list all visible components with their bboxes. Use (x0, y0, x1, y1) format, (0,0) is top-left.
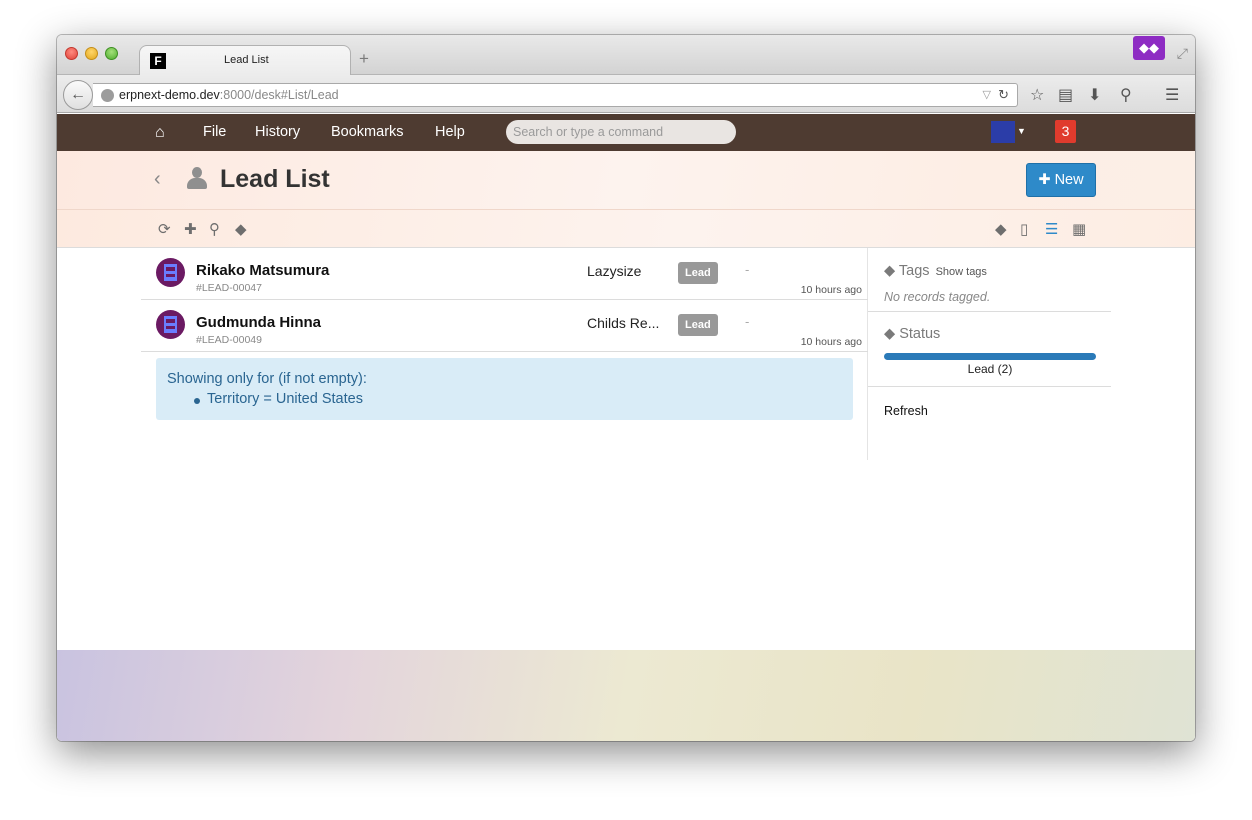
new-button[interactable]: ✚ New (1026, 163, 1096, 197)
tags-section: ◆ Tags Show tags No records tagged. (868, 248, 1111, 312)
menu-file[interactable]: File (203, 124, 226, 140)
tag-icon[interactable]: ◆ (235, 220, 247, 238)
url-host: erpnext-demo.dev (119, 88, 220, 102)
list-toolbar: ⟳ ✚ ⚲ ◆ ◆ ▯ ☰ ▦ (57, 210, 1195, 248)
home-icon[interactable]: ⌂ (155, 124, 165, 142)
browser-back-button[interactable]: ← (63, 80, 93, 110)
lead-company: Childs Re... (587, 315, 660, 331)
bookmark-star-icon[interactable]: ☆ (1030, 85, 1044, 105)
lead-name[interactable]: Gudmunda Hinna (196, 314, 321, 331)
show-tags-link[interactable]: Show tags (936, 266, 987, 278)
lead-modified-time: 10 hours ago (800, 336, 862, 348)
url-history-dropdown-icon[interactable]: ▽ (983, 88, 991, 101)
browser-window: F Lead List + ◆◆ ⤢ ← erpnext-demo.dev:80… (57, 35, 1195, 741)
menu-help[interactable]: Help (435, 124, 465, 140)
status-heading: ◆ Status (884, 326, 940, 342)
lead-avatar (156, 258, 185, 287)
lead-list: Rikako Matsumura #LEAD-00047 Lazysize Le… (141, 248, 868, 460)
user-avatar[interactable] (991, 121, 1015, 143)
lead-company: Lazysize (587, 263, 642, 279)
filter-heading: Showing only for (if not empty): (167, 371, 367, 387)
status-badge[interactable]: Lead (678, 262, 718, 284)
zoom-window-button[interactable] (105, 47, 118, 60)
new-tab-button[interactable]: + (359, 49, 369, 69)
user-menu-caret-icon[interactable]: ▼ (1017, 126, 1026, 136)
filter-notice: Showing only for (if not empty): Territo… (156, 358, 853, 420)
tab-favicon-icon: F (150, 53, 166, 69)
lead-id: #LEAD-00049 (196, 334, 262, 346)
menu-bookmarks[interactable]: Bookmarks (331, 124, 404, 140)
report-view-icon[interactable]: ▯ (1020, 220, 1028, 238)
lead-extra: - (745, 262, 750, 277)
app-content: ⌂ File History Bookmarks Help ▼ 3 ‹ Lead… (57, 114, 1195, 741)
reload-icon[interactable]: ↻ (998, 87, 1009, 103)
filter-item: Territory = United States (207, 391, 363, 407)
plus-icon: ✚ (1038, 172, 1055, 188)
status-label[interactable]: Lead (2) (884, 362, 1096, 376)
status-badge[interactable]: Lead (678, 314, 718, 336)
minimize-window-button[interactable] (85, 47, 98, 60)
tags-heading: ◆ Tags Show tags (884, 263, 987, 279)
browser-titlebar: F Lead List + ◆◆ ⤢ (57, 35, 1195, 75)
grid-view-icon[interactable]: ▦ (1072, 220, 1086, 238)
browser-tab[interactable]: F Lead List (139, 45, 351, 75)
lead-modified-time: 10 hours ago (800, 284, 862, 296)
tab-title: Lead List (224, 54, 269, 66)
command-search-input[interactable] (506, 120, 736, 144)
page-title: Lead List (220, 165, 330, 193)
lead-id: #LEAD-00047 (196, 282, 262, 294)
url-path: :8000/desk#List/Lead (219, 88, 339, 102)
menu-history[interactable]: History (255, 124, 300, 140)
search-icon[interactable]: ⚲ (209, 220, 220, 238)
status-progress-bar[interactable] (884, 353, 1096, 360)
tags-empty-note: No records tagged. (884, 290, 991, 304)
back-chevron-icon[interactable]: ‹ (154, 168, 161, 191)
tag-icon: ◆ (884, 263, 899, 279)
refresh-icon[interactable]: ⟳ (158, 220, 171, 238)
tag-view-icon[interactable]: ◆ (995, 220, 1007, 238)
browser-navbar: ← erpnext-demo.dev:8000/desk#List/Lead ▽… (57, 75, 1195, 113)
notification-badge[interactable]: 3 (1055, 120, 1076, 143)
table-row[interactable]: Gudmunda Hinna #LEAD-00049 Childs Re... … (141, 300, 868, 352)
url-bar[interactable]: erpnext-demo.dev:8000/desk#List/Lead ▽ ↻ (93, 83, 1018, 107)
tag-icon: ◆ (884, 326, 900, 342)
downloads-icon[interactable]: ⬇ (1088, 85, 1101, 105)
app-navbar: ⌂ File History Bookmarks Help ▼ 3 (57, 114, 1195, 151)
add-icon[interactable]: ✚ (184, 220, 197, 238)
reading-list-icon[interactable]: ▤ (1058, 85, 1073, 105)
lead-name[interactable]: Rikako Matsumura (196, 262, 329, 279)
lead-extra: - (745, 314, 750, 329)
browser-menu-icon[interactable]: ☰ (1165, 85, 1179, 105)
sync-icon[interactable]: ⚲ (1120, 85, 1132, 105)
table-row[interactable]: Rikako Matsumura #LEAD-00047 Lazysize Le… (141, 248, 868, 300)
close-window-button[interactable] (65, 47, 78, 60)
bullet-icon (194, 398, 200, 404)
new-button-label: New (1054, 172, 1084, 188)
status-title: Status (899, 326, 941, 342)
person-icon (187, 167, 207, 189)
tags-title: Tags (898, 263, 930, 279)
refresh-link[interactable]: Refresh (884, 404, 928, 418)
globe-icon (101, 89, 114, 102)
lead-avatar (156, 310, 185, 339)
footer-background (57, 650, 1195, 741)
url-text[interactable]: erpnext-demo.dev:8000/desk#List/Lead (119, 88, 339, 102)
list-view-icon[interactable]: ☰ (1045, 220, 1058, 238)
private-browsing-mask-icon[interactable]: ◆◆ (1133, 36, 1165, 60)
page-header: ‹ Lead List ✚ New (57, 151, 1195, 210)
fullscreen-icon[interactable]: ⤢ (1177, 45, 1188, 62)
